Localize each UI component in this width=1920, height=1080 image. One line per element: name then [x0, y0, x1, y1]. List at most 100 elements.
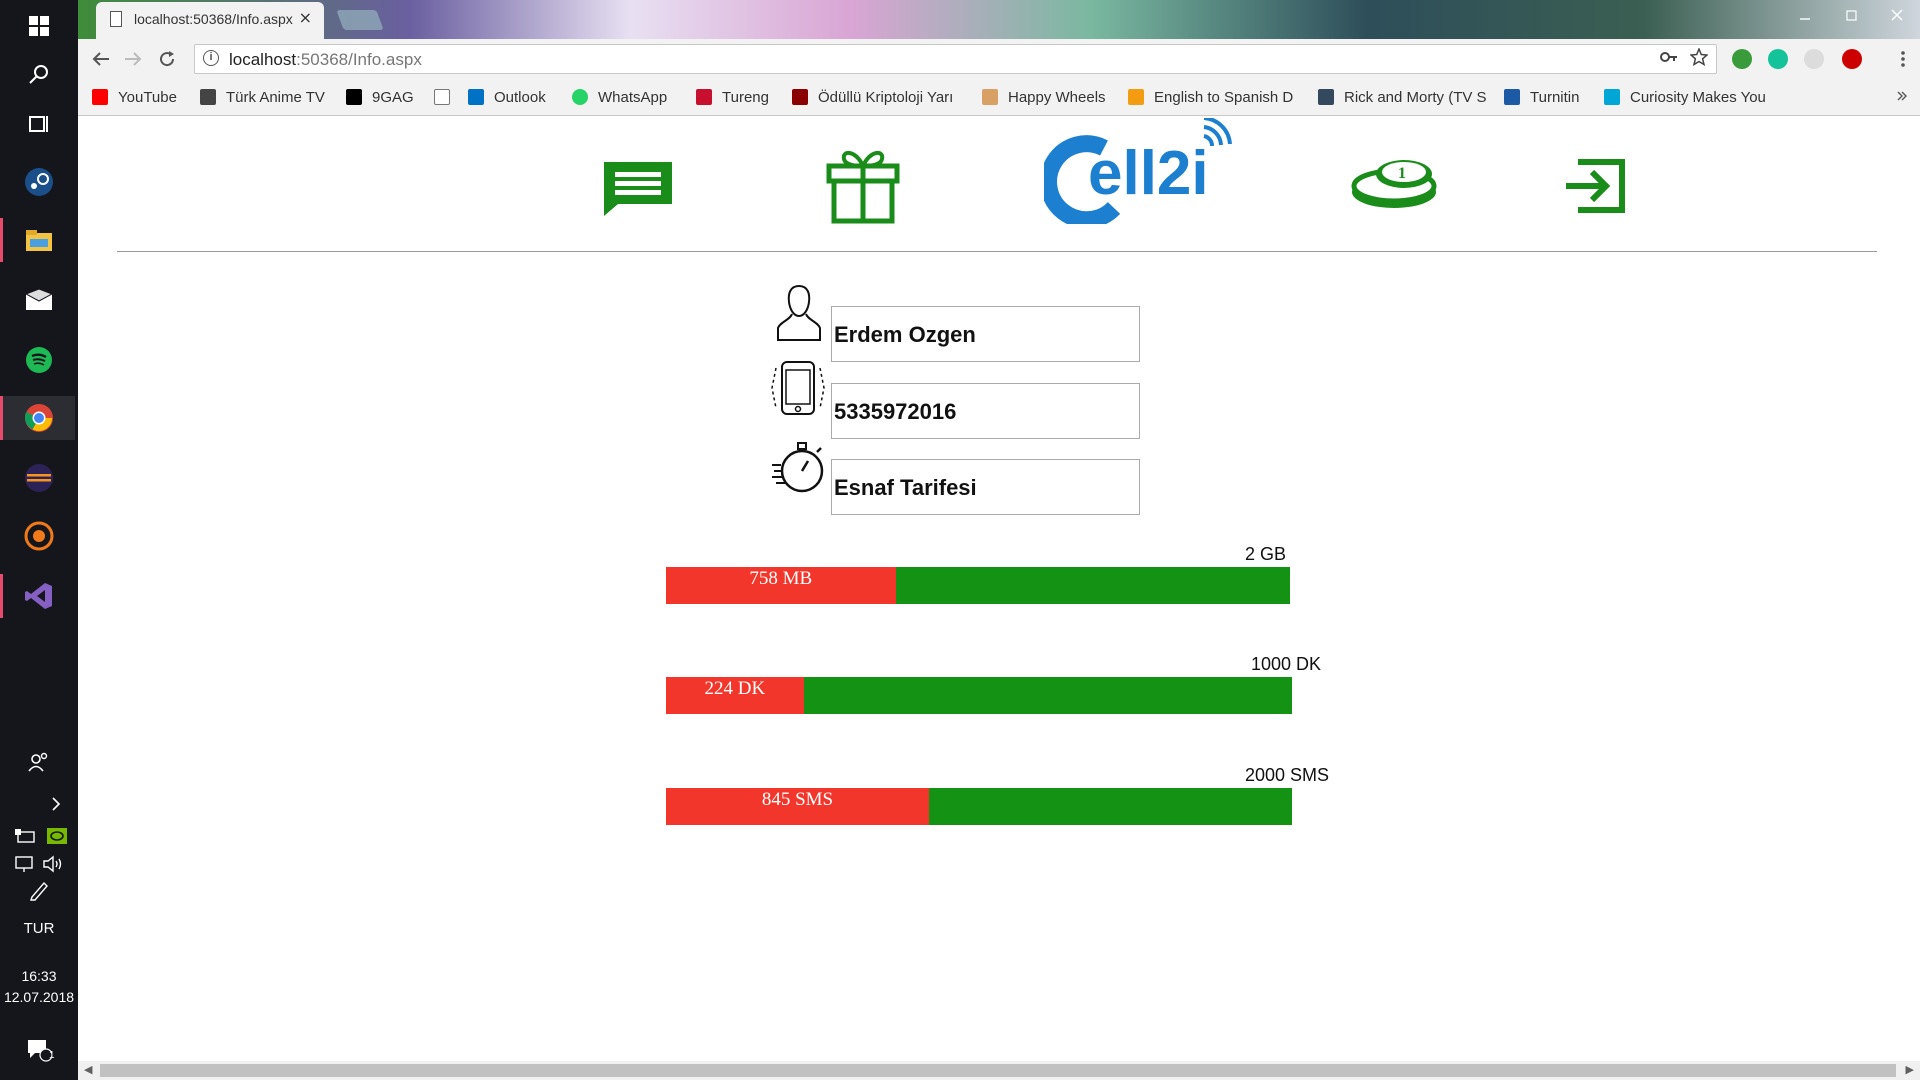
- page-icon: [110, 11, 122, 27]
- origin-game-icon[interactable]: [17, 514, 61, 558]
- bookmark-favicon: [982, 89, 998, 105]
- data-used-segment: 758 MB: [666, 567, 896, 604]
- bookmark-label: Türk Anime TV: [226, 88, 325, 106]
- url-text[interactable]: localhost:50368/Info.aspx: [229, 50, 422, 70]
- bookmark-label: Outlook: [494, 88, 546, 106]
- notification-icon[interactable]: 1: [17, 1028, 61, 1072]
- bookmark-item[interactable]: 9GAG: [346, 87, 414, 107]
- bookmark-item[interactable]: Turnitin: [1504, 87, 1579, 107]
- search-icon[interactable]: [17, 52, 61, 96]
- spotify-icon[interactable]: [17, 338, 61, 382]
- browser-titlebar: localhost:50368/Info.aspx ×: [78, 0, 1920, 39]
- cc-extension-icon[interactable]: [1804, 49, 1824, 69]
- steam-icon[interactable]: [17, 160, 61, 204]
- coin-icon[interactable]: 1: [1350, 156, 1440, 216]
- bookmark-favicon: [1318, 89, 1334, 105]
- key-icon[interactable]: [1660, 48, 1678, 71]
- url-host: localhost: [229, 50, 297, 69]
- tab-title: localhost:50368/Info.aspx: [134, 11, 293, 27]
- horizontal-scrollbar[interactable]: ◀ ▶: [78, 1061, 1920, 1080]
- site-info-icon[interactable]: i: [203, 50, 219, 66]
- phone-icon: [770, 360, 826, 420]
- bookmark-item[interactable]: English to Spanish D: [1128, 87, 1348, 107]
- grammarly-icon[interactable]: [1768, 49, 1788, 69]
- header-divider: [117, 251, 1877, 252]
- bookmark-favicon: [1128, 89, 1144, 105]
- minutes-used-label: 224 DK: [704, 678, 766, 699]
- bookmark-label: YouTube: [118, 88, 177, 106]
- windows-start-icon[interactable]: [17, 4, 61, 48]
- maximize-icon[interactable]: [1828, 0, 1874, 30]
- page-icon: [434, 89, 450, 105]
- chrome-icon[interactable]: [3, 396, 75, 440]
- bookmark-favicon: [92, 89, 108, 105]
- bookmark-item[interactable]: Rick and Morty (TV S: [1318, 87, 1528, 107]
- sms-used-label: 845 SMS: [761, 789, 834, 810]
- message-icon[interactable]: [602, 160, 674, 222]
- forward-icon[interactable]: [118, 44, 148, 74]
- browser-toolbar: i localhost:50368/Info.aspx: [78, 39, 1920, 79]
- bookmarks-bar: YouTube Türk Anime TV 9GAG Outlook Whats…: [78, 79, 1920, 116]
- bookmark-label: Rick and Morty (TV S: [1344, 88, 1487, 106]
- address-bar[interactable]: i localhost:50368/Info.aspx: [194, 44, 1717, 74]
- data-usage-bar: 758 MB: [666, 567, 1290, 604]
- people-icon[interactable]: [17, 740, 61, 784]
- pen-icon[interactable]: [17, 868, 61, 912]
- page-content: ell2i 1 Erdem Ozgen 5335972016 Esnaf Tar…: [78, 116, 1920, 1061]
- browser-tab[interactable]: localhost:50368/Info.aspx ×: [96, 2, 324, 39]
- minimize-icon[interactable]: [1782, 0, 1828, 30]
- bookmark-item[interactable]: YouTube: [92, 87, 177, 107]
- input-language[interactable]: TUR: [0, 920, 78, 937]
- bookmark-label: Happy Wheels: [1008, 88, 1106, 106]
- clock-time[interactable]: 16:33: [0, 968, 78, 984]
- extension-globe-icon[interactable]: [1732, 49, 1752, 69]
- sms-total-label: 2000 SMS: [1245, 765, 1330, 785]
- taskbar-active-marker: [0, 218, 3, 262]
- bookmark-label: Turnitin: [1530, 88, 1580, 106]
- logo-text: ell2i: [1088, 139, 1209, 208]
- bookmark-item[interactable]: Happy Wheels: [982, 87, 1106, 107]
- windows-taskbar: TUR 16:33 12.07.2018 1: [0, 0, 78, 1080]
- close-window-icon[interactable]: [1874, 0, 1920, 30]
- reload-icon[interactable]: [152, 44, 182, 74]
- gift-icon[interactable]: [826, 146, 900, 228]
- bookmark-item[interactable]: WhatsApp: [572, 87, 667, 107]
- bookmark-favicon: [200, 89, 216, 105]
- bookmark-label: WhatsApp: [598, 88, 668, 106]
- sms-used-segment: 845 SMS: [666, 788, 929, 825]
- stopwatch-icon: [770, 439, 826, 501]
- phone-field: 5335972016: [831, 383, 1140, 439]
- file-explorer-icon[interactable]: [17, 218, 61, 262]
- visual-studio-icon[interactable]: [17, 574, 61, 618]
- exit-icon[interactable]: [1564, 158, 1626, 218]
- new-tab-button[interactable]: [336, 10, 384, 30]
- task-view-icon[interactable]: [17, 102, 61, 146]
- bookmark-item[interactable]: Türk Anime TV: [200, 87, 325, 107]
- back-icon[interactable]: [86, 44, 116, 74]
- taskbar-active-marker: [0, 574, 3, 618]
- eclipse-icon[interactable]: [17, 456, 61, 500]
- bookmark-item[interactable]: Curiosity Makes You: [1604, 87, 1804, 107]
- data-total-label: 2 GB: [1245, 544, 1287, 564]
- more-bookmarks-icon[interactable]: [1896, 87, 1908, 106]
- bookmark-item[interactable]: Outlook: [468, 87, 546, 107]
- clock-date[interactable]: 12.07.2018: [0, 989, 78, 1005]
- yab-extension-icon[interactable]: [1842, 49, 1862, 69]
- coin-label: 1: [1398, 165, 1406, 182]
- scrollbar-thumb[interactable]: [100, 1064, 1896, 1077]
- bookmark-item[interactable]: Ödüllü Kriptoloji Yarı: [792, 87, 1002, 107]
- sms-usage-bar: 845 SMS: [666, 788, 1292, 825]
- scroll-right-icon[interactable]: ▶: [1906, 1063, 1914, 1076]
- bookmark-item[interactable]: Tureng: [696, 87, 769, 107]
- bookmark-star-icon[interactable]: [1689, 47, 1709, 71]
- chrome-menu-icon[interactable]: [1888, 44, 1918, 74]
- close-tab-icon[interactable]: ×: [299, 8, 312, 27]
- data-used-label: 758 MB: [749, 568, 813, 589]
- user-icon: [774, 284, 824, 348]
- scroll-left-icon[interactable]: ◀: [84, 1063, 92, 1076]
- cell2i-logo[interactable]: ell2i: [1040, 116, 1244, 229]
- bookmark-item[interactable]: [434, 87, 460, 107]
- bookmark-favicon: [1504, 89, 1520, 105]
- window-controls: [1782, 0, 1920, 30]
- mail-icon[interactable]: [17, 278, 61, 322]
